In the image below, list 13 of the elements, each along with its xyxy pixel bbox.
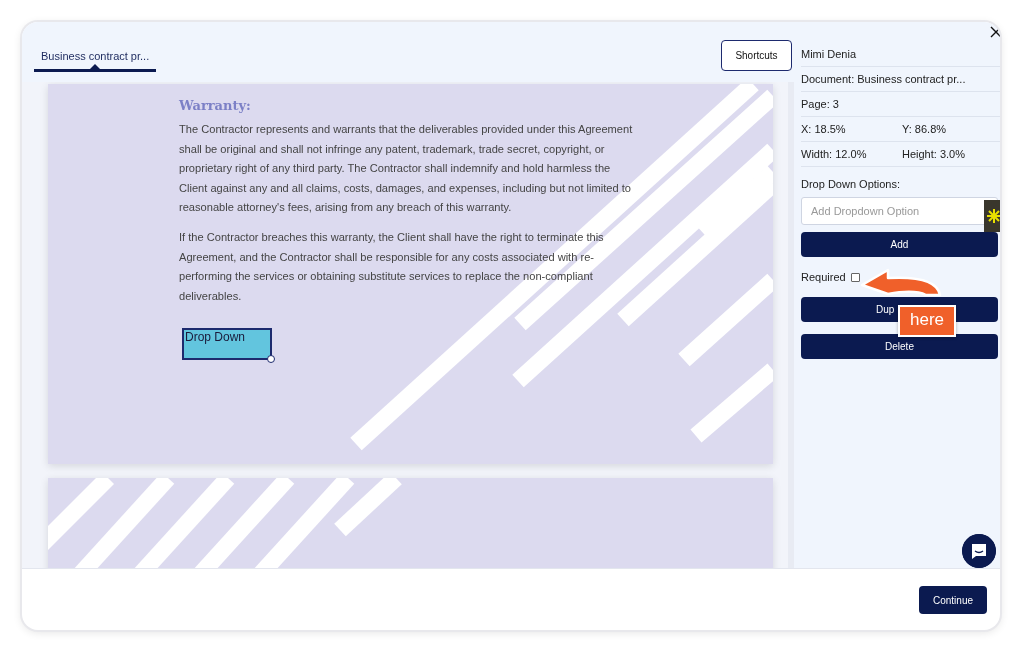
callout-tooltip: here [898, 305, 957, 337]
info-text: Height: 3.0% [902, 148, 965, 160]
info-text: Y: 86.8% [902, 123, 947, 135]
section-heading: Warranty: [179, 98, 252, 113]
field-label: Drop Down Options: [801, 178, 901, 190]
paragraph: If the Contractor breaches this warranty, the Client shall have the right to terminate this Agreement, and the Contractor shall be responsible for any costs associated with re-performing the services or obtaining substitute services to replace the non-compliant deliverables. [179, 229, 605, 304]
info-text: Page: 3 [801, 98, 839, 110]
info-text: X: 18.5% [801, 123, 847, 135]
info-text: Width: 12.0% [801, 148, 868, 160]
info-text: Document: Business contract pr... [801, 73, 966, 85]
info-text: Mimi Denia [801, 48, 856, 60]
paragraph: The Contractor represents and warrants that the deliverables provided under this Agreement shall be original and shall not infringe any patent, trademark, trade secret, copyright, or proprietary right of any third party. The Contractor shall indemnify and hold harmless the Client against any and all claims, costs, damages, and expenses, including but not limited to reasonable attorney's fees, arising from any breach of this warranty. [179, 122, 634, 216]
checkbox-label: Required [801, 271, 846, 283]
